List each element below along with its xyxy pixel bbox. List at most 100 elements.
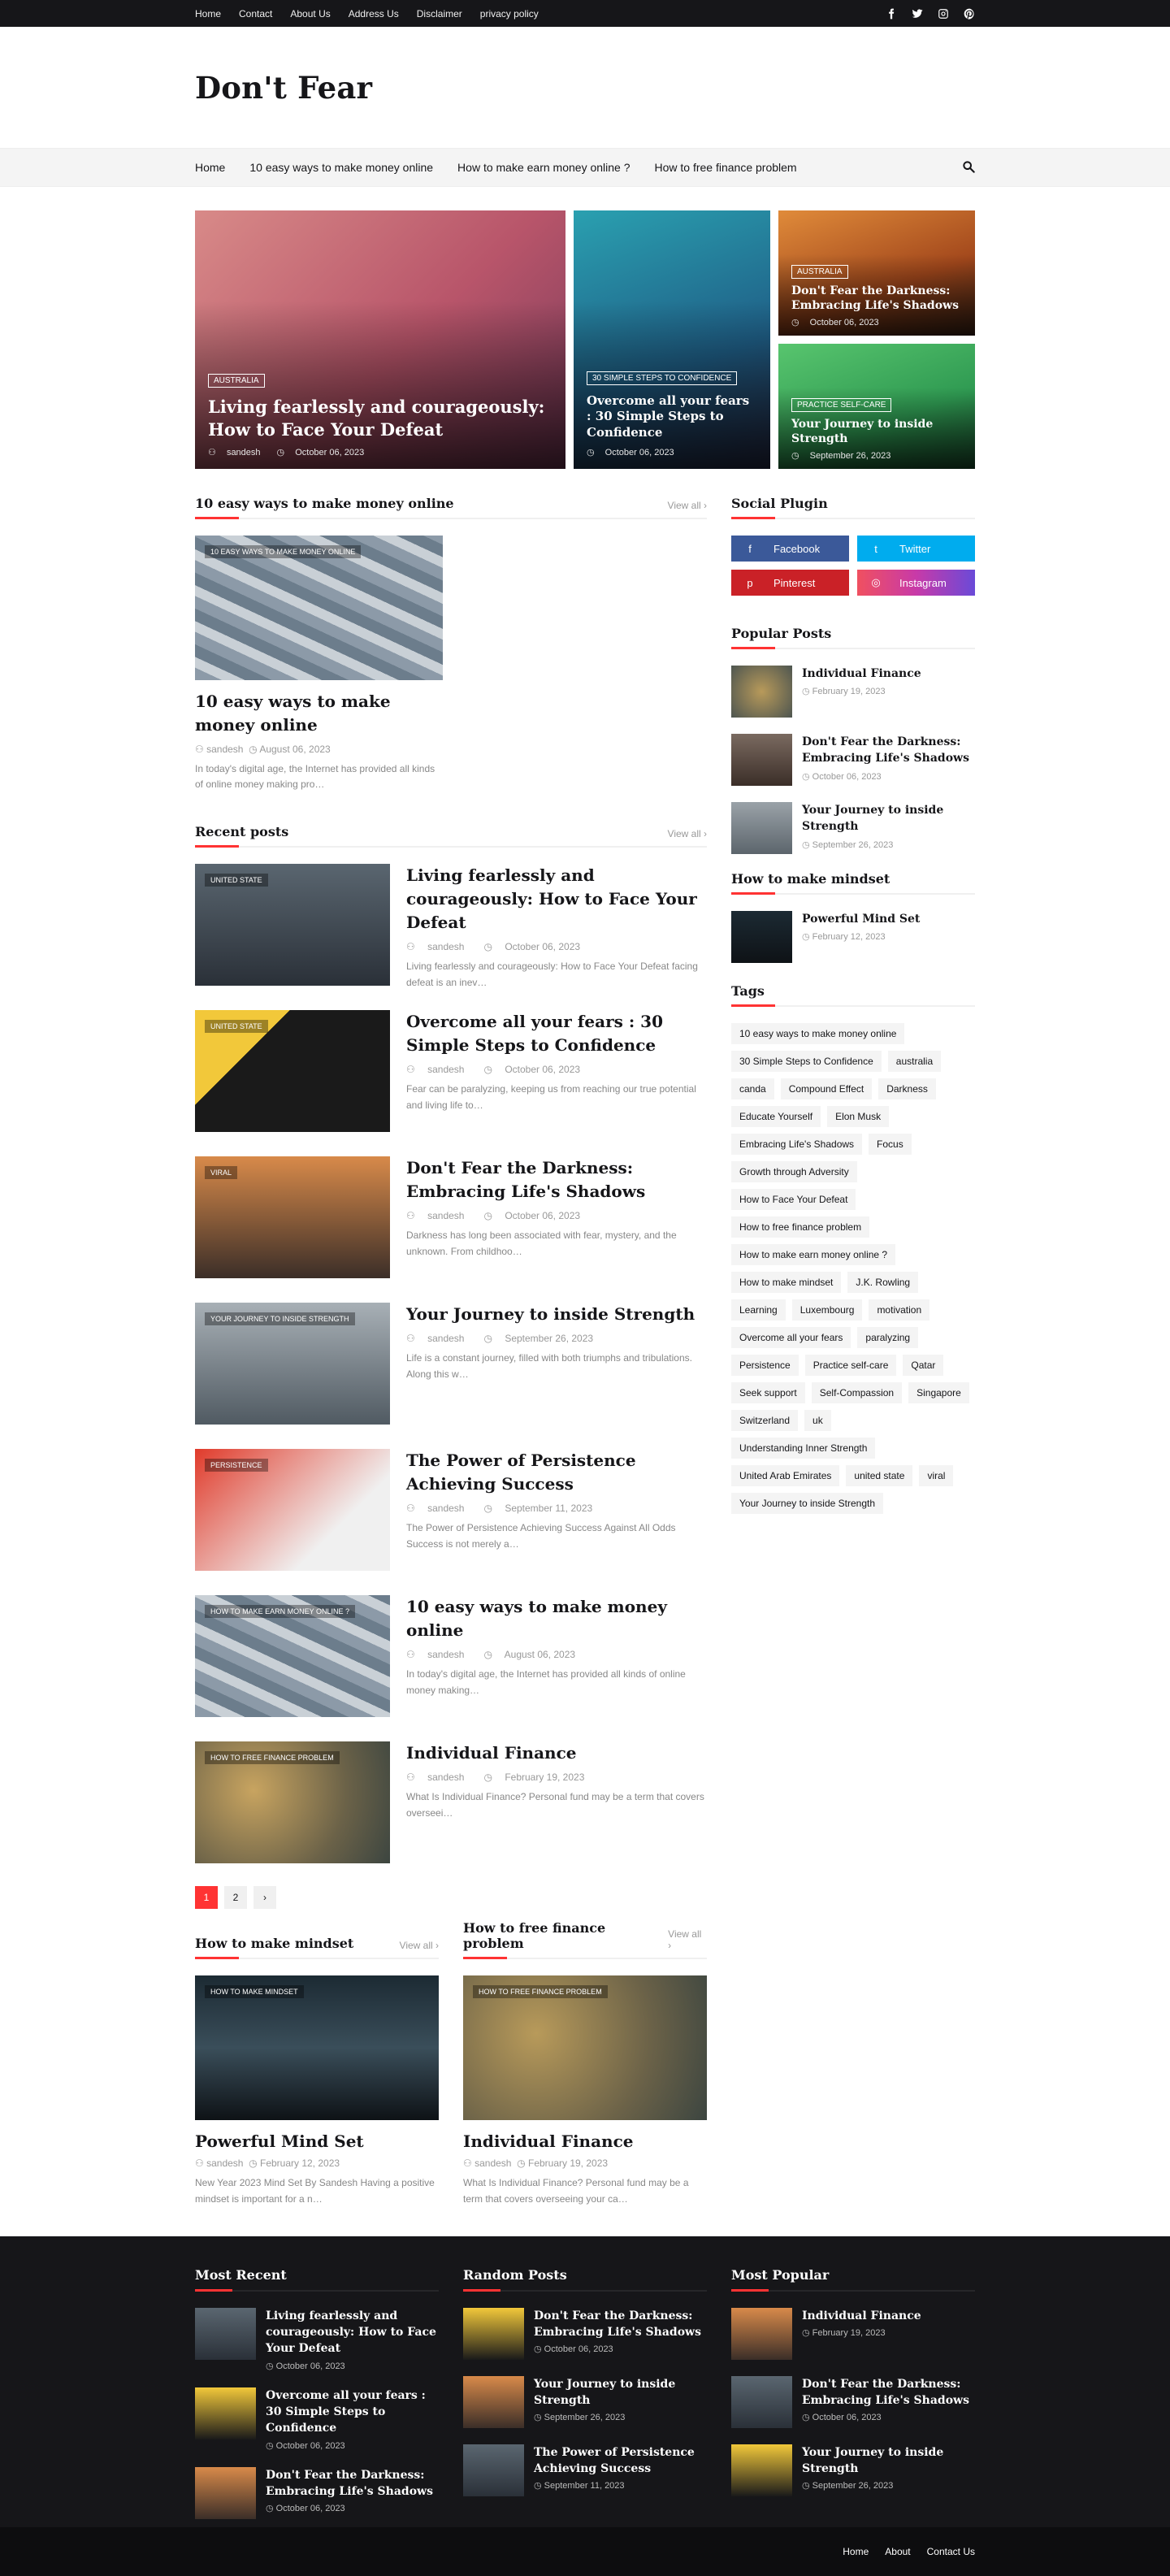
tag-link[interactable]: Embracing Life's Shadows bbox=[731, 1134, 863, 1155]
tag-link[interactable]: How to make mindset bbox=[731, 1272, 842, 1293]
tag-link[interactable]: How to free finance problem bbox=[731, 1216, 870, 1238]
section-title[interactable]: How to make mindset bbox=[195, 1936, 353, 1958]
post-title[interactable]: The Power of Persistence Achieving Succe… bbox=[534, 2444, 707, 2478]
post-thumbnail[interactable]: UNITED STATE bbox=[195, 864, 390, 987]
tag-link[interactable]: Luxembourg bbox=[791, 1299, 863, 1321]
footer-post[interactable]: Don't Fear the Darkness: Embracing Life'… bbox=[731, 2375, 975, 2428]
post-thumbnail[interactable] bbox=[463, 2444, 524, 2496]
pinterest-button[interactable]: p Pinterest bbox=[731, 570, 849, 596]
post-label[interactable]: HOW TO MAKE EARN MONEY ONLINE ? bbox=[205, 1605, 356, 1619]
post-title[interactable]: 10 easy ways to make money online bbox=[406, 1595, 707, 1642]
tag-link[interactable]: viral bbox=[919, 1465, 954, 1486]
tag-link[interactable]: Singapore bbox=[908, 1382, 969, 1403]
post-thumbnail[interactable] bbox=[731, 666, 792, 718]
post-thumbnail[interactable] bbox=[195, 2466, 256, 2519]
post-title[interactable]: Your Journey to inside Strength bbox=[534, 2376, 707, 2409]
nav-item-finance[interactable]: How to free finance problem bbox=[655, 161, 797, 174]
footer-post[interactable]: Overcome all your fears : 30 Simple Step… bbox=[195, 2387, 439, 2451]
tag-link[interactable]: United Arab Emirates bbox=[731, 1465, 840, 1486]
tag-link[interactable]: 10 easy ways to make money online bbox=[731, 1023, 905, 1044]
section-title[interactable]: 10 easy ways to make money online bbox=[195, 496, 454, 518]
instagram-icon[interactable] bbox=[938, 8, 949, 20]
post-label[interactable]: PERSISTENCE bbox=[205, 1459, 268, 1472]
popular-post[interactable]: Don't Fear the Darkness: Embracing Life'… bbox=[731, 734, 975, 786]
tag-link[interactable]: Persistence bbox=[731, 1355, 799, 1376]
twitter-icon[interactable] bbox=[912, 8, 923, 20]
post-thumbnail[interactable] bbox=[731, 2375, 792, 2428]
post-title[interactable]: Individual Finance bbox=[463, 2131, 707, 2151]
tag-link[interactable]: united state bbox=[846, 1465, 913, 1486]
footer-link-contact[interactable]: Contact Us bbox=[927, 2546, 975, 2557]
tag-link[interactable]: 30 Simple Steps to Confidence bbox=[731, 1051, 882, 1072]
tag-link[interactable]: motivation bbox=[869, 1299, 930, 1321]
featured-badge[interactable]: AUSTRALIA bbox=[791, 264, 848, 279]
post-title[interactable]: Overcome all your fears : 30 Simple Step… bbox=[406, 1010, 707, 1057]
tag-link[interactable]: uk bbox=[804, 1410, 831, 1431]
tag-link[interactable]: Practice self-care bbox=[804, 1355, 897, 1376]
footer-post[interactable]: Don't Fear the Darkness: Embracing Life'… bbox=[195, 2466, 439, 2519]
tag-link[interactable]: Self-Compassion bbox=[811, 1382, 903, 1403]
post-thumbnail[interactable] bbox=[463, 2307, 524, 2360]
top-link-contact[interactable]: Contact bbox=[239, 8, 272, 20]
featured-badge[interactable]: AUSTRALIA bbox=[208, 374, 265, 388]
post-title[interactable]: Individual Finance bbox=[406, 1741, 707, 1765]
post-label[interactable]: 10 EASY WAYS TO MAKE MONEY ONLINE bbox=[205, 545, 362, 558]
tag-link[interactable]: Seek support bbox=[731, 1382, 805, 1403]
view-all-link[interactable]: View all › bbox=[668, 1928, 707, 1958]
post-thumbnail[interactable]: YOUR JOURNEY TO INSIDE STRENGTH bbox=[195, 1303, 390, 1425]
view-all-link[interactable]: View all › bbox=[400, 1940, 439, 1958]
tag-link[interactable]: Switzerland bbox=[731, 1410, 799, 1431]
featured-title[interactable]: Living fearlessly and courageously: How … bbox=[208, 396, 552, 440]
tag-link[interactable]: Compound Effect bbox=[780, 1078, 873, 1099]
nav-item-money-online[interactable]: 10 easy ways to make money online bbox=[249, 161, 433, 174]
post-label[interactable]: UNITED STATE bbox=[205, 1020, 268, 1034]
post-thumbnail[interactable] bbox=[195, 2307, 256, 2360]
post-title[interactable]: Don't Fear the Darkness: Embracing Life'… bbox=[406, 1156, 707, 1203]
tag-link[interactable]: How to Face Your Defeat bbox=[731, 1189, 856, 1210]
featured-title[interactable]: Your Journey to inside Strength bbox=[791, 417, 962, 446]
tag-link[interactable]: Darkness bbox=[878, 1078, 936, 1099]
post-title[interactable]: Overcome all your fears : 30 Simple Step… bbox=[266, 2387, 439, 2437]
post-thumbnail[interactable] bbox=[731, 911, 792, 963]
tag-link[interactable]: canda bbox=[731, 1078, 774, 1099]
view-all-link[interactable]: View all › bbox=[668, 500, 707, 518]
tag-link[interactable]: Focus bbox=[869, 1134, 912, 1155]
post-thumbnail[interactable]: UNITED STATE bbox=[195, 1010, 390, 1133]
footer-post[interactable]: Individual Finance ◷ February 19, 2023 bbox=[731, 2307, 975, 2360]
post-title[interactable]: Your Journey to inside Strength bbox=[802, 2444, 975, 2478]
post-thumbnail[interactable] bbox=[463, 2375, 524, 2428]
post-thumbnail[interactable] bbox=[195, 2387, 256, 2439]
tag-link[interactable]: Your Journey to inside Strength bbox=[731, 1493, 883, 1514]
footer-post[interactable]: Your Journey to inside Strength ◷ Septemb… bbox=[463, 2375, 707, 2428]
post-thumbnail[interactable]: HOW TO FREE FINANCE PROBLEM bbox=[195, 1741, 390, 1864]
post-label[interactable]: HOW TO MAKE MINDSET bbox=[205, 1985, 304, 1999]
top-link-address[interactable]: Address Us bbox=[349, 8, 399, 20]
footer-link-home[interactable]: Home bbox=[843, 2546, 869, 2557]
post-title[interactable]: Don't Fear the Darkness: Embracing Life'… bbox=[802, 2376, 975, 2409]
footer-link-about[interactable]: About bbox=[885, 2546, 910, 2557]
tag-link[interactable]: Learning bbox=[731, 1299, 786, 1321]
site-logo[interactable]: Don't Fear bbox=[195, 70, 372, 106]
post-title[interactable]: Powerful Mind Set bbox=[802, 911, 920, 927]
instagram-button[interactable]: ◎ Instagram bbox=[857, 570, 975, 596]
page-1-button[interactable]: 1 bbox=[195, 1886, 218, 1910]
post-thumbnail[interactable] bbox=[731, 2444, 792, 2496]
page-2-button[interactable]: 2 bbox=[224, 1886, 247, 1910]
tag-link[interactable]: Educate Yourself bbox=[731, 1106, 821, 1127]
tag-link[interactable]: Growth through Adversity bbox=[731, 1161, 857, 1182]
top-link-privacy[interactable]: privacy policy bbox=[480, 8, 539, 20]
featured-badge[interactable]: 30 SIMPLE STEPS TO CONFIDENCE bbox=[587, 371, 738, 385]
facebook-icon[interactable] bbox=[886, 8, 897, 20]
tag-link[interactable]: How to make earn money online ? bbox=[731, 1244, 896, 1265]
post-title[interactable]: Living fearlessly and courageously: How … bbox=[406, 864, 707, 935]
pinterest-icon[interactable] bbox=[964, 8, 975, 20]
post-title[interactable]: Individual Finance bbox=[802, 666, 921, 682]
top-link-disclaimer[interactable]: Disclaimer bbox=[417, 8, 462, 20]
post-title[interactable]: The Power of Persistence Achieving Succe… bbox=[406, 1449, 707, 1496]
post-label[interactable]: UNITED STATE bbox=[205, 874, 268, 887]
post-thumbnail[interactable]: PERSISTENCE bbox=[195, 1449, 390, 1572]
footer-post[interactable]: The Power of Persistence Achieving Succe… bbox=[463, 2444, 707, 2496]
post-title[interactable]: Don't Fear the Darkness: Embracing Life'… bbox=[534, 2308, 707, 2341]
post-thumbnail[interactable]: VIRAL bbox=[195, 1156, 390, 1279]
featured-title[interactable]: Overcome all your fears : 30 Simple Step… bbox=[587, 393, 757, 441]
